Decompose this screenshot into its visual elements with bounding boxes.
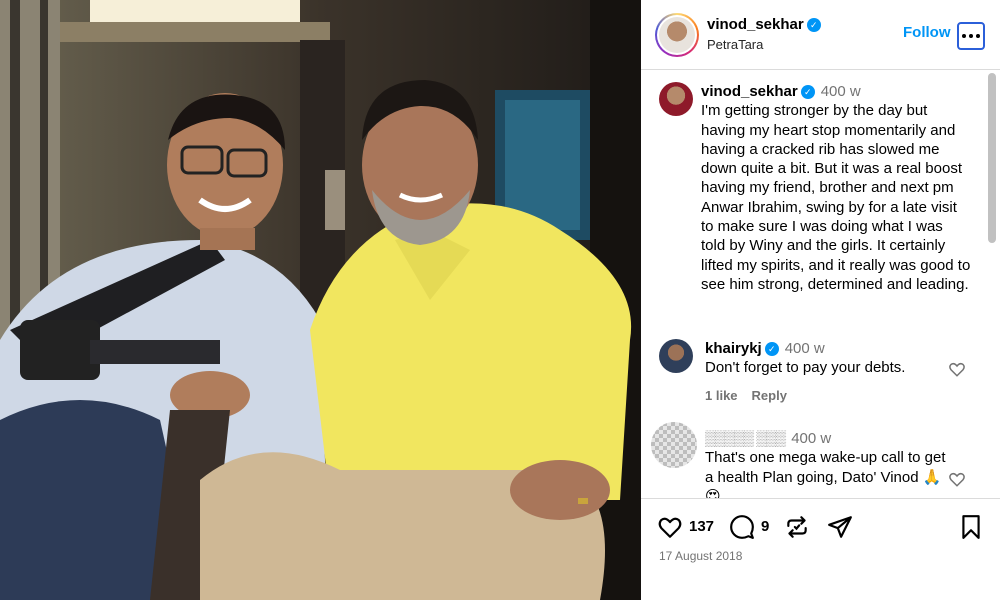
author-avatar[interactable] xyxy=(655,13,699,57)
verified-badge-icon: ✓ xyxy=(800,85,815,100)
post-date[interactable]: 17 August 2018 xyxy=(659,549,742,563)
verified-badge-icon: ✓ xyxy=(806,18,821,33)
commenter-avatar[interactable] xyxy=(659,339,693,373)
caption-author-avatar[interactable] xyxy=(659,82,693,116)
share-icon[interactable] xyxy=(827,514,853,540)
heart-icon[interactable] xyxy=(948,470,966,488)
comment-item: ▒▒▒▒▒ ▒▒▒ 400 w That's one mega wake-up c… xyxy=(705,429,955,498)
comment-item: khairykj ✓ 400 w Don't forget to pay your … xyxy=(705,339,955,378)
commenter-avatar[interactable] xyxy=(651,422,697,468)
post-actions: 137 9 17 August 2018 xyxy=(641,498,1000,600)
bookmark-icon[interactable] xyxy=(958,514,984,540)
comment-text: Don't forget to pay your debts. xyxy=(705,359,906,377)
comment-time: 400 w xyxy=(784,340,825,357)
verified-badge-icon: ✓ xyxy=(764,342,779,357)
post-photo[interactable] xyxy=(0,0,641,600)
commenter-username[interactable]: ▒▒▒▒▒ ▒▒▒ xyxy=(705,430,786,447)
post-side-panel: vinod_sekhar ✓ PetraTara Follow vinod_sek… xyxy=(641,0,1000,600)
comment-meta: 1 like Reply xyxy=(705,388,801,403)
comment-text: That's one mega wake-up call to get a he… xyxy=(705,449,946,498)
caption-body: I'm getting stronger by the day but havi… xyxy=(701,102,971,293)
likes-count[interactable]: 137 xyxy=(689,518,714,535)
comments-scrollbar[interactable] xyxy=(988,73,996,493)
comment-time: 400 w xyxy=(791,430,832,447)
caption: vinod_sekhar ✓ 400 w I'm getting stronger … xyxy=(701,82,971,294)
caption-time: 400 w xyxy=(820,83,861,100)
comments-count[interactable]: 9 xyxy=(761,518,769,535)
author-username[interactable]: vinod_sekhar ✓ xyxy=(707,16,821,33)
heart-icon[interactable] xyxy=(948,360,966,378)
post-location[interactable]: PetraTara xyxy=(707,37,763,52)
comment-icon[interactable] xyxy=(729,514,755,540)
heart-icon[interactable] xyxy=(657,514,683,540)
follow-button[interactable]: Follow xyxy=(903,24,951,41)
more-options-icon[interactable] xyxy=(957,22,985,50)
commenter-username[interactable]: khairykj xyxy=(705,340,762,357)
comment-likes[interactable]: 1 like xyxy=(705,388,738,403)
reply-button[interactable]: Reply xyxy=(752,388,787,403)
repost-icon[interactable] xyxy=(784,514,810,540)
comments-section[interactable]: vinod_sekhar ✓ 400 w I'm getting stronger … xyxy=(641,71,1000,498)
post-header: vinod_sekhar ✓ PetraTara Follow xyxy=(641,0,1000,70)
caption-username[interactable]: vinod_sekhar xyxy=(701,83,798,100)
photo-illustration xyxy=(0,0,641,600)
